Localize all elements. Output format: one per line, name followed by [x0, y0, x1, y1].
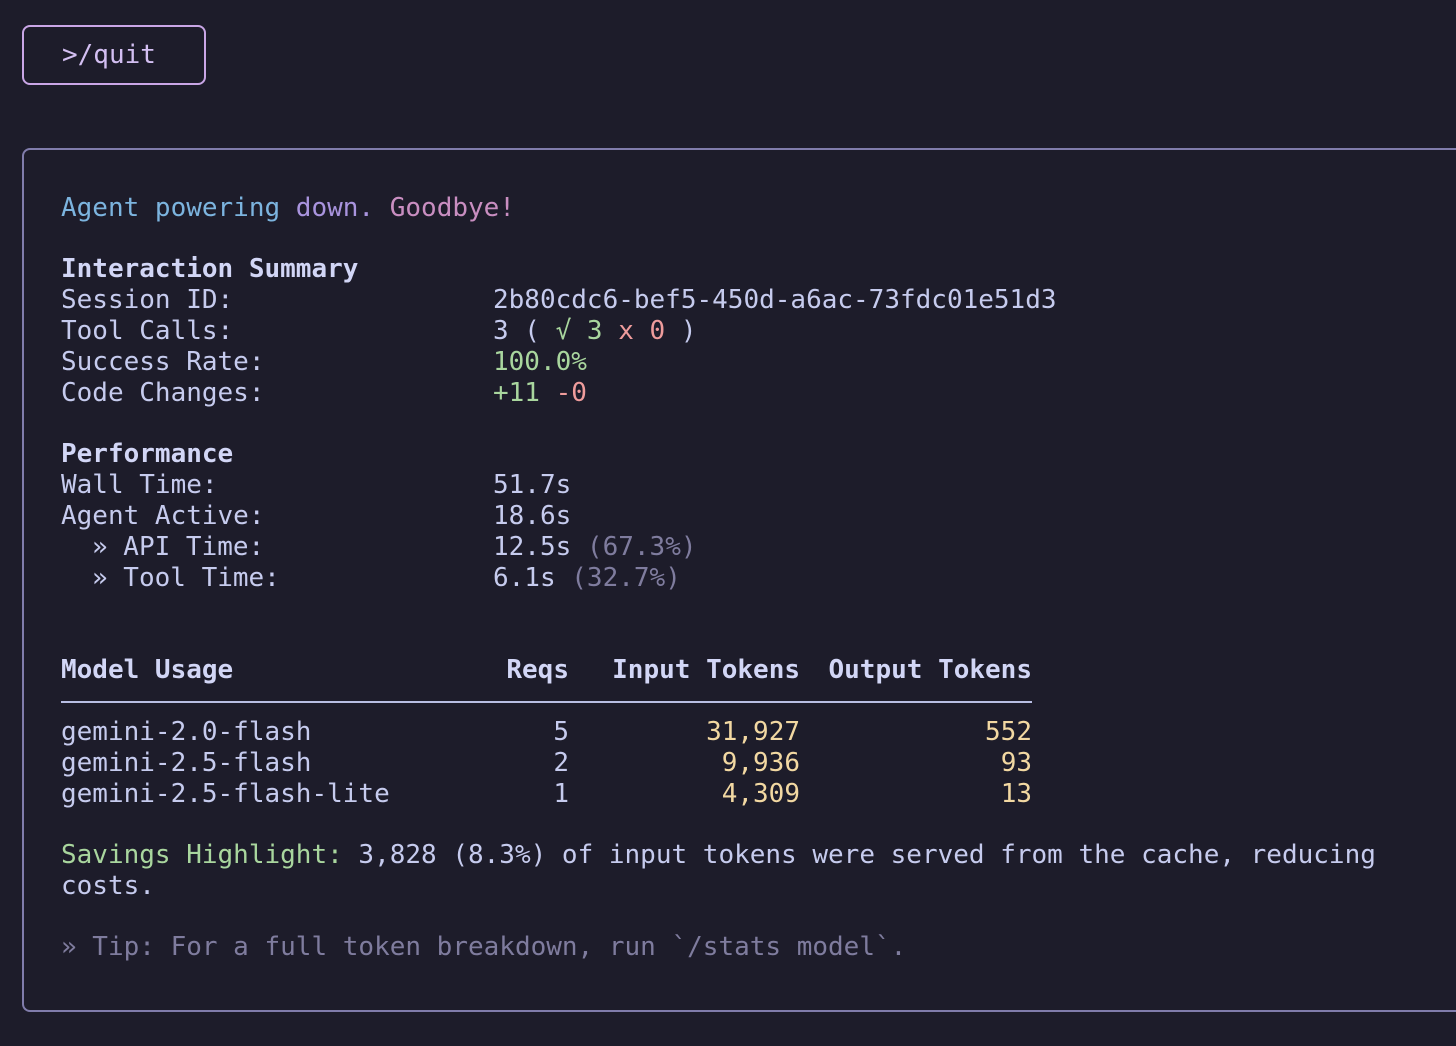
wall-time-value: 51.7s: [493, 470, 572, 500]
tool-calls-close-paren: ): [665, 316, 697, 346]
session-id-value: 2b80cdc6-bef5-450d-a6ac-73fdc01e51d3: [493, 285, 1057, 315]
tool-time-value: 6.1s (32.7%): [493, 563, 681, 594]
code-changes-label: Code Changes:: [61, 378, 265, 408]
savings-text-line-2: costs.: [61, 871, 155, 901]
api-time-value: 12.5s (67.3%): [493, 532, 697, 563]
tool-time-seconds: 6.1s: [493, 563, 556, 593]
tool-calls-value: 3 ( √ 3 x 0 ): [493, 316, 697, 347]
table-row-model: gemini-2.0-flash: [61, 717, 312, 747]
success-rate-label: Success Rate:: [61, 347, 265, 377]
api-time-seconds: 12.5s: [493, 532, 572, 562]
table-row-output-tokens: 552: [985, 717, 1032, 747]
wall-time-label: Wall Time:: [61, 470, 218, 500]
savings-highlight: Savings Highlight: 3,828 (8.3%) of input…: [61, 840, 1376, 871]
table-row-model: gemini-2.5-flash: [61, 748, 312, 778]
table-row-reqs: 2: [553, 748, 569, 778]
tool-calls-open-paren: (: [508, 316, 556, 346]
session-id-label: Session ID:: [61, 285, 234, 315]
table-header-model: Model Usage: [61, 655, 234, 685]
savings-text-line-1: 3,828 (8.3%) of input tokens were served…: [342, 840, 1376, 870]
table-header-output-tokens: Output Tokens: [828, 655, 1033, 685]
tool-time-percent: (32.7%): [555, 563, 681, 593]
performance-heading: Performance: [61, 439, 234, 469]
api-time-percent: (67.3%): [571, 532, 697, 562]
table-header-reqs: Reqs: [506, 655, 569, 685]
code-changes-value: +11 -0: [493, 378, 587, 409]
table-row-input-tokens: 9,936: [721, 748, 800, 778]
command-text: /quit: [77, 40, 156, 70]
table-header-rule: [61, 701, 1032, 703]
tool-calls-success: √ 3: [555, 316, 603, 346]
savings-label: Savings Highlight:: [61, 840, 343, 870]
table-row-output-tokens: 13: [1000, 779, 1032, 809]
tool-calls-label: Tool Calls:: [61, 316, 234, 346]
table-row-model: gemini-2.5-flash-lite: [61, 779, 390, 809]
code-changes-removed: -0: [555, 378, 587, 408]
tip-message: » Tip: For a full token breakdown, run `…: [61, 932, 907, 962]
code-changes-added: +11: [493, 378, 540, 408]
table-row-input-tokens: 4,309: [721, 779, 800, 809]
tool-calls-total: 3: [493, 316, 509, 346]
interaction-summary-heading: Interaction Summary: [61, 254, 359, 284]
table-row-reqs: 5: [553, 717, 569, 747]
table-row-output-tokens: 93: [1000, 748, 1032, 778]
table-row-input-tokens: 31,927: [706, 717, 800, 747]
table-row-reqs: 1: [553, 779, 569, 809]
agent-active-value: 18.6s: [493, 501, 572, 531]
tool-time-label: » Tool Time:: [92, 563, 280, 593]
goodbye-message: Agent powering down. Goodbye!: [61, 193, 515, 224]
goodbye-part-3: Goodbye!: [374, 193, 515, 223]
tool-calls-fail: x 0: [618, 316, 666, 346]
success-rate-value: 100.0%: [493, 347, 587, 377]
agent-active-label: Agent Active:: [61, 501, 265, 531]
prompt-symbol: >: [62, 40, 78, 70]
goodbye-part-2: down.: [280, 193, 375, 223]
goodbye-part-1: Agent powering: [61, 193, 281, 223]
table-header-input-tokens: Input Tokens: [612, 655, 800, 685]
command-echo-box: > /quit: [22, 25, 206, 85]
api-time-label: » API Time:: [92, 532, 265, 562]
